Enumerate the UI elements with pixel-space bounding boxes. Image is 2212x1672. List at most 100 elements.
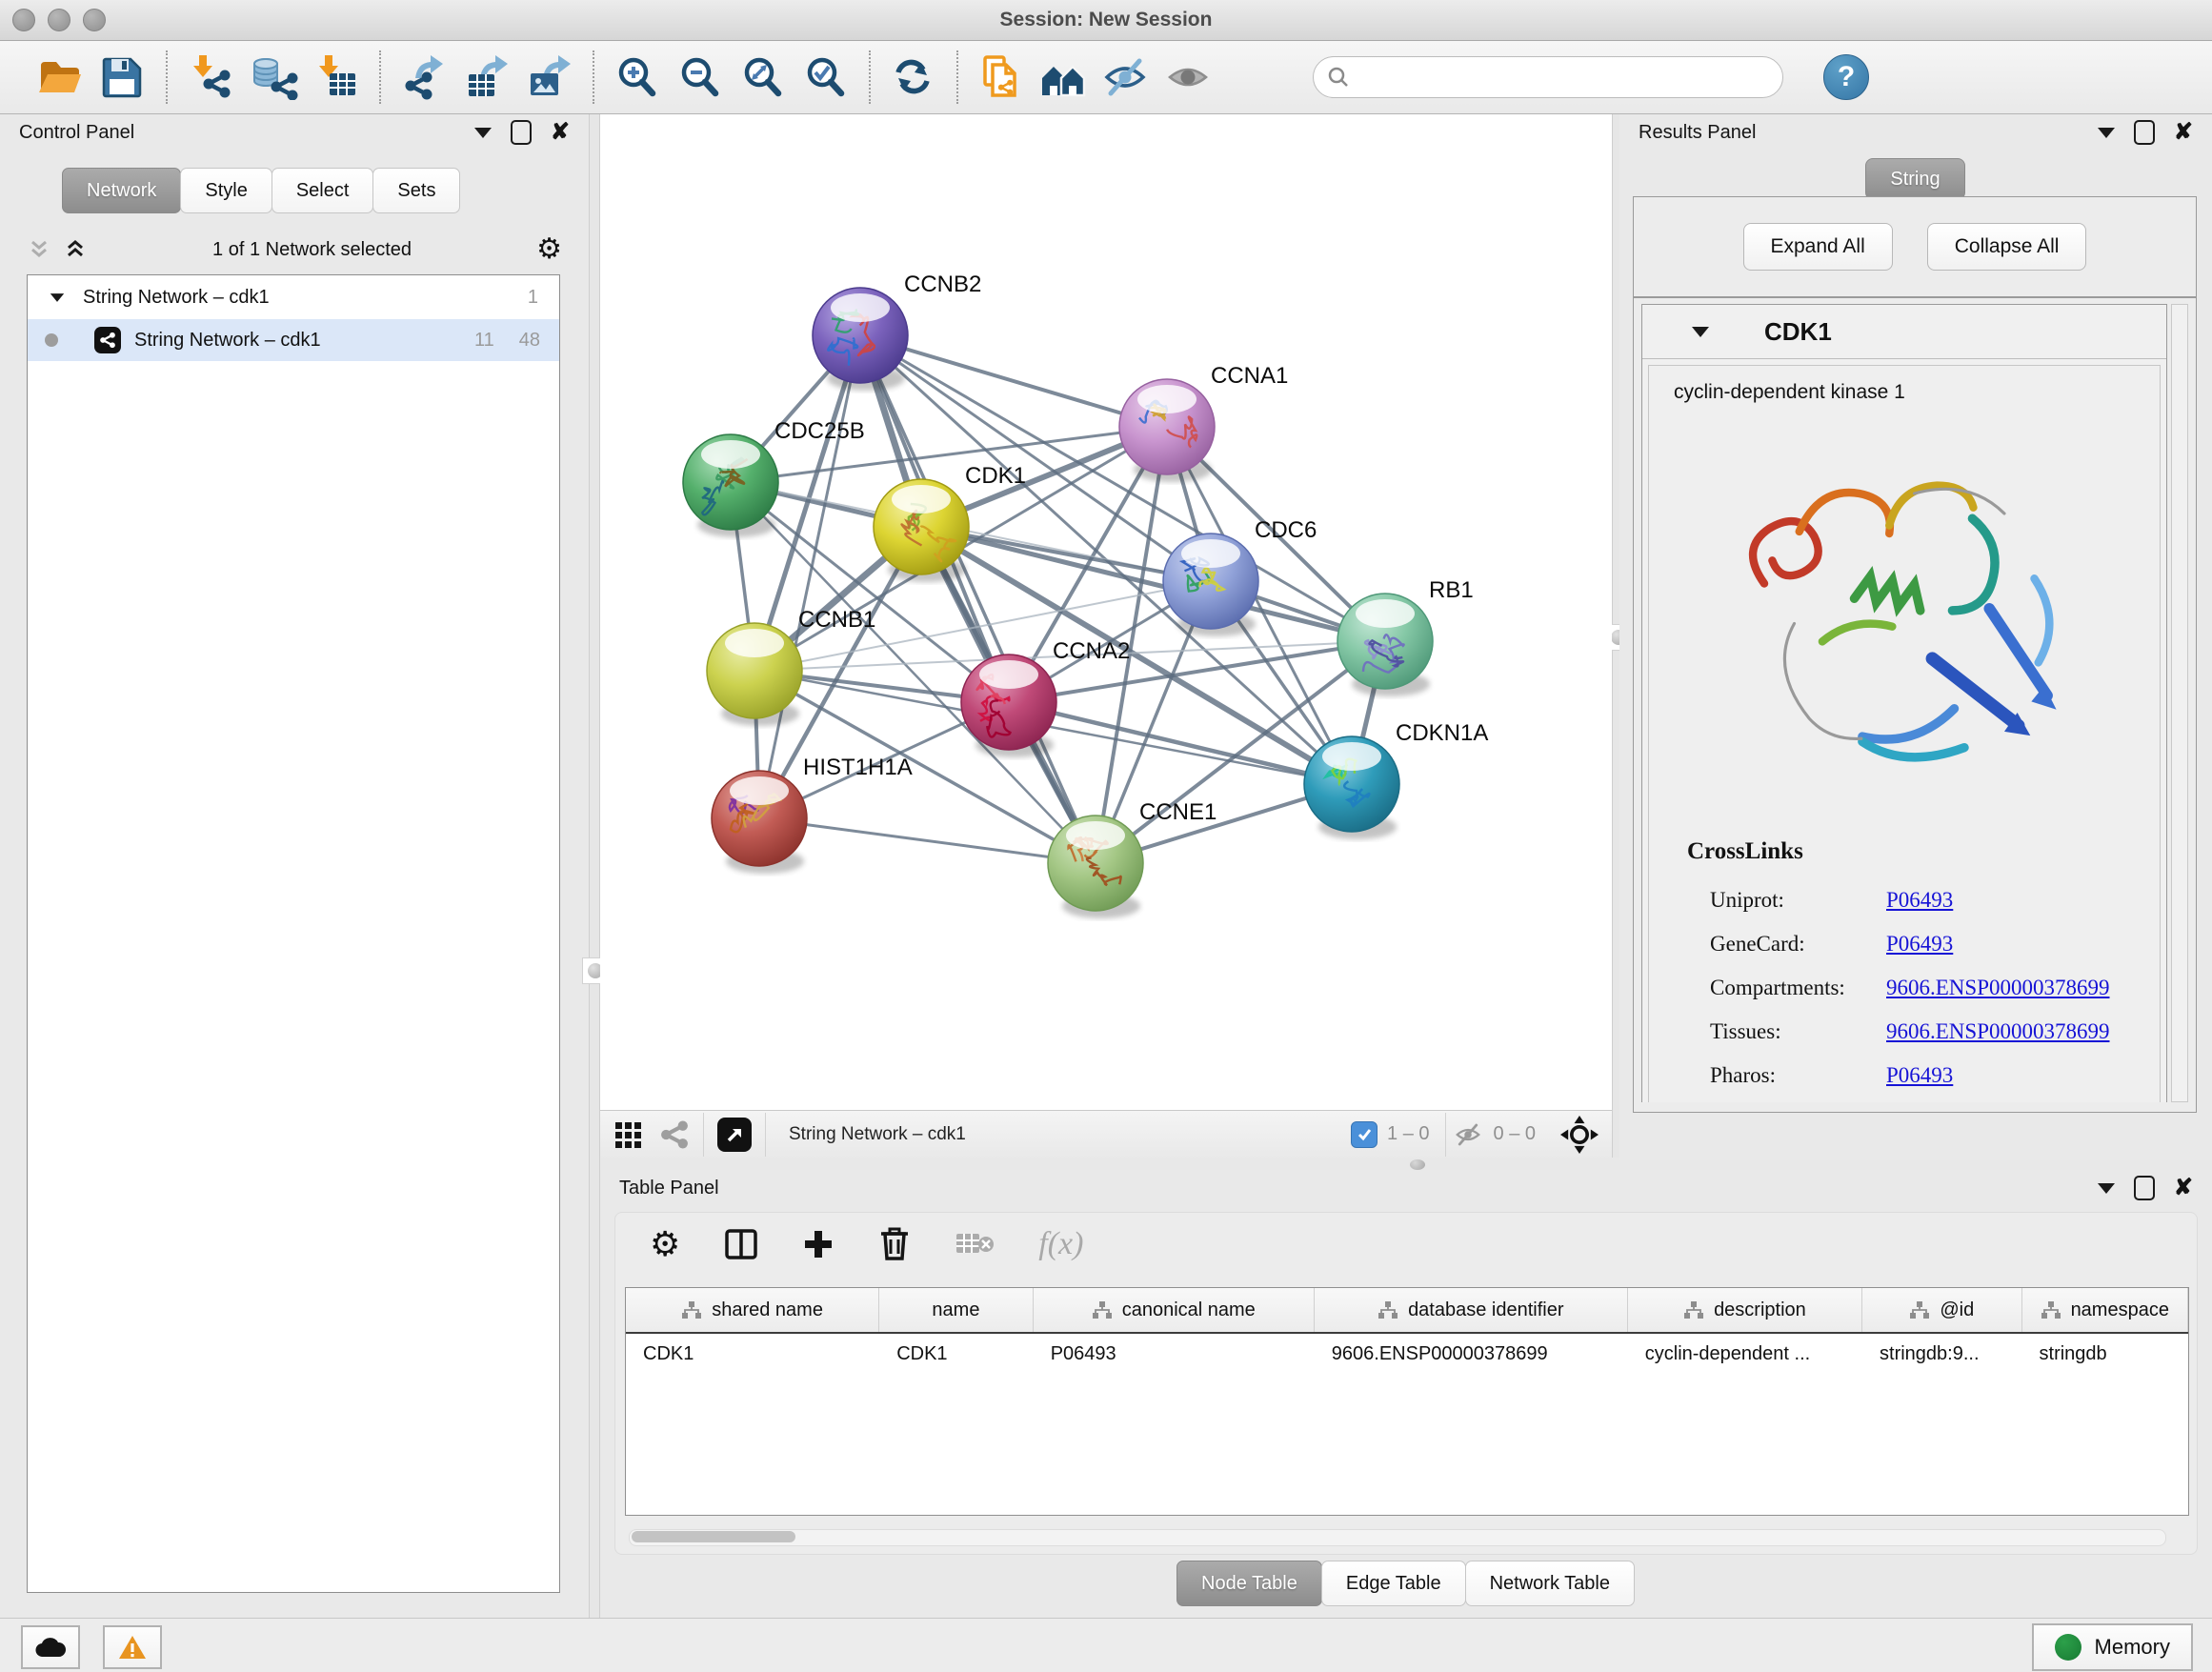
export-table-button[interactable] [455,47,518,108]
collapse-all-button[interactable]: Collapse All [1927,223,2087,271]
table-options-gear-icon[interactable]: ⚙ [650,1224,680,1264]
fit-content-icon[interactable] [1560,1116,1599,1154]
results-scrollbar[interactable] [2171,304,2188,1102]
grid-view-icon[interactable] [613,1120,642,1149]
panel-close-icon[interactable]: ✘ [551,123,570,142]
network-collection-row[interactable]: String Network – cdk1 1 [28,275,559,319]
table-cell[interactable]: CDK1 [626,1343,879,1365]
zoom-fit-button[interactable] [732,47,794,108]
column-header-canonical-name[interactable]: canonical name [1034,1288,1315,1332]
table-close-icon[interactable]: ✘ [2174,1178,2193,1198]
clone-network-button[interactable] [970,47,1033,108]
crosslink-link[interactable]: P06493 [1886,878,1953,922]
tab-sets[interactable]: Sets [372,168,460,213]
export-network-button[interactable] [392,47,455,108]
import-database-button[interactable] [242,47,305,108]
panel-menu-icon[interactable] [474,128,492,138]
network-edge[interactable] [1009,702,1352,784]
network-edge[interactable] [759,818,1096,863]
hide-selected-button[interactable] [1096,47,1158,108]
network-node-HIST1H1A[interactable]: HIST1H1A [712,755,913,874]
column-header-database-identifier[interactable]: database identifier [1315,1288,1628,1332]
gene-section-header[interactable]: CDK1 [1642,305,2166,359]
import-network-button[interactable] [179,47,242,108]
memory-button[interactable]: Memory [2032,1623,2193,1671]
column-header-name[interactable]: name [879,1288,1034,1332]
table-scrollbar-thumb[interactable] [632,1531,795,1542]
table-menu-icon[interactable] [2098,1183,2115,1194]
zoom-out-button[interactable] [669,47,732,108]
network-node-CDKN1A[interactable]: CDKN1A [1304,720,1488,839]
collapse-all-icon[interactable] [63,237,88,262]
network-node-RB1[interactable]: RB1 [1337,577,1474,696]
network-canvas[interactable]: CCNB2 CCNA1 CDC25B CDK1 CDC6 [600,114,1612,1110]
hidden-eye-icon [1452,1120,1484,1149]
zoom-selected-button[interactable] [794,47,857,108]
column-header-shared-name[interactable]: shared name [626,1288,879,1332]
results-close-icon[interactable]: ✘ [2174,123,2193,142]
results-float-icon[interactable] [2134,120,2155,145]
expand-all-button[interactable]: Expand All [1743,223,1893,271]
results-menu-icon[interactable] [2098,128,2115,138]
search-input[interactable] [1359,66,1782,90]
table-float-icon[interactable] [2134,1176,2155,1200]
selected-checkbox[interactable] [1351,1121,1377,1148]
table-cell[interactable]: stringdb [2022,1343,2188,1365]
network-node-CCNB2[interactable]: CCNB2 [813,272,981,391]
network-options-gear-icon[interactable]: ⚙ [536,235,562,264]
table-cell[interactable]: stringdb:9... [1862,1343,2022,1365]
table-horizontal-scrollbar[interactable] [629,1529,2166,1546]
horizontal-splitter-handle[interactable] [1410,1159,1425,1170]
tab-node-table[interactable]: Node Table [1176,1561,1322,1606]
network-edge[interactable] [759,335,860,818]
search-box[interactable] [1313,56,1783,98]
network-edge[interactable] [860,335,1096,863]
network-overview-icon[interactable] [659,1120,690,1149]
add-column-icon[interactable] [802,1228,835,1260]
network-row-selected[interactable]: String Network – cdk1 11 48 [28,319,559,361]
crosslink-link[interactable]: P06493 [1886,922,1953,966]
left-splitter[interactable] [589,114,600,1618]
crosslink-link[interactable]: P06493 [1886,1054,1953,1098]
delete-column-icon[interactable] [878,1227,911,1261]
network-node-CDC25B[interactable]: CDC25B [683,418,865,537]
tab-network[interactable]: Network [62,168,181,213]
export-image-button[interactable] [518,47,581,108]
tab-string[interactable]: String [1865,158,1964,200]
tab-select[interactable]: Select [271,168,374,213]
import-table-button[interactable] [305,47,368,108]
show-all-button[interactable] [1158,47,1221,108]
cloud-status-button[interactable] [21,1625,80,1669]
open-session-button[interactable] [29,47,91,108]
show-columns-icon[interactable] [724,1227,758,1261]
refresh-layout-button[interactable] [882,47,945,108]
home-button[interactable] [1033,47,1096,108]
network-view: CCNB2 CCNA1 CDC25B CDK1 CDC6 [600,114,1612,1158]
tab-network-table[interactable]: Network Table [1465,1561,1635,1606]
save-session-button[interactable] [91,47,154,108]
table-cell[interactable]: CDK1 [879,1343,1034,1365]
table-panel: Table Panel ✘ ⚙ [600,1170,2212,1618]
column-header-description[interactable]: description [1628,1288,1862,1332]
table-row[interactable]: CDK1CDK1P064939606.ENSP00000378699cyclin… [626,1334,2188,1374]
gene-expander-icon[interactable] [1692,327,1709,337]
network-node-CCNA1[interactable]: CCNA1 [1119,363,1288,482]
crosslink-link[interactable]: 9606.ENSP00000378699 [1886,966,2110,1010]
detach-view-button[interactable] [717,1118,752,1152]
table-cell[interactable]: cyclin-dependent ... [1628,1343,1862,1365]
column-header--id[interactable]: @id [1862,1288,2021,1332]
search-icon [1327,66,1350,89]
tab-edge-table[interactable]: Edge Table [1321,1561,1466,1606]
warnings-button[interactable] [103,1625,162,1669]
tab-style[interactable]: Style [180,168,271,213]
zoom-in-button[interactable] [606,47,669,108]
crosslink-link[interactable]: 9606.ENSP00000378699 [1886,1010,2110,1054]
expand-all-icon[interactable] [27,237,51,262]
column-header-namespace[interactable]: namespace [2022,1288,2188,1332]
panel-float-icon[interactable] [511,120,532,145]
help-button[interactable]: ? [1823,54,1869,100]
table-cell[interactable]: 9606.ENSP00000378699 [1315,1343,1628,1365]
collection-expander-icon[interactable] [50,293,64,302]
table-cell[interactable]: P06493 [1034,1343,1315,1365]
node-label-CDC25B: CDC25B [774,418,865,444]
